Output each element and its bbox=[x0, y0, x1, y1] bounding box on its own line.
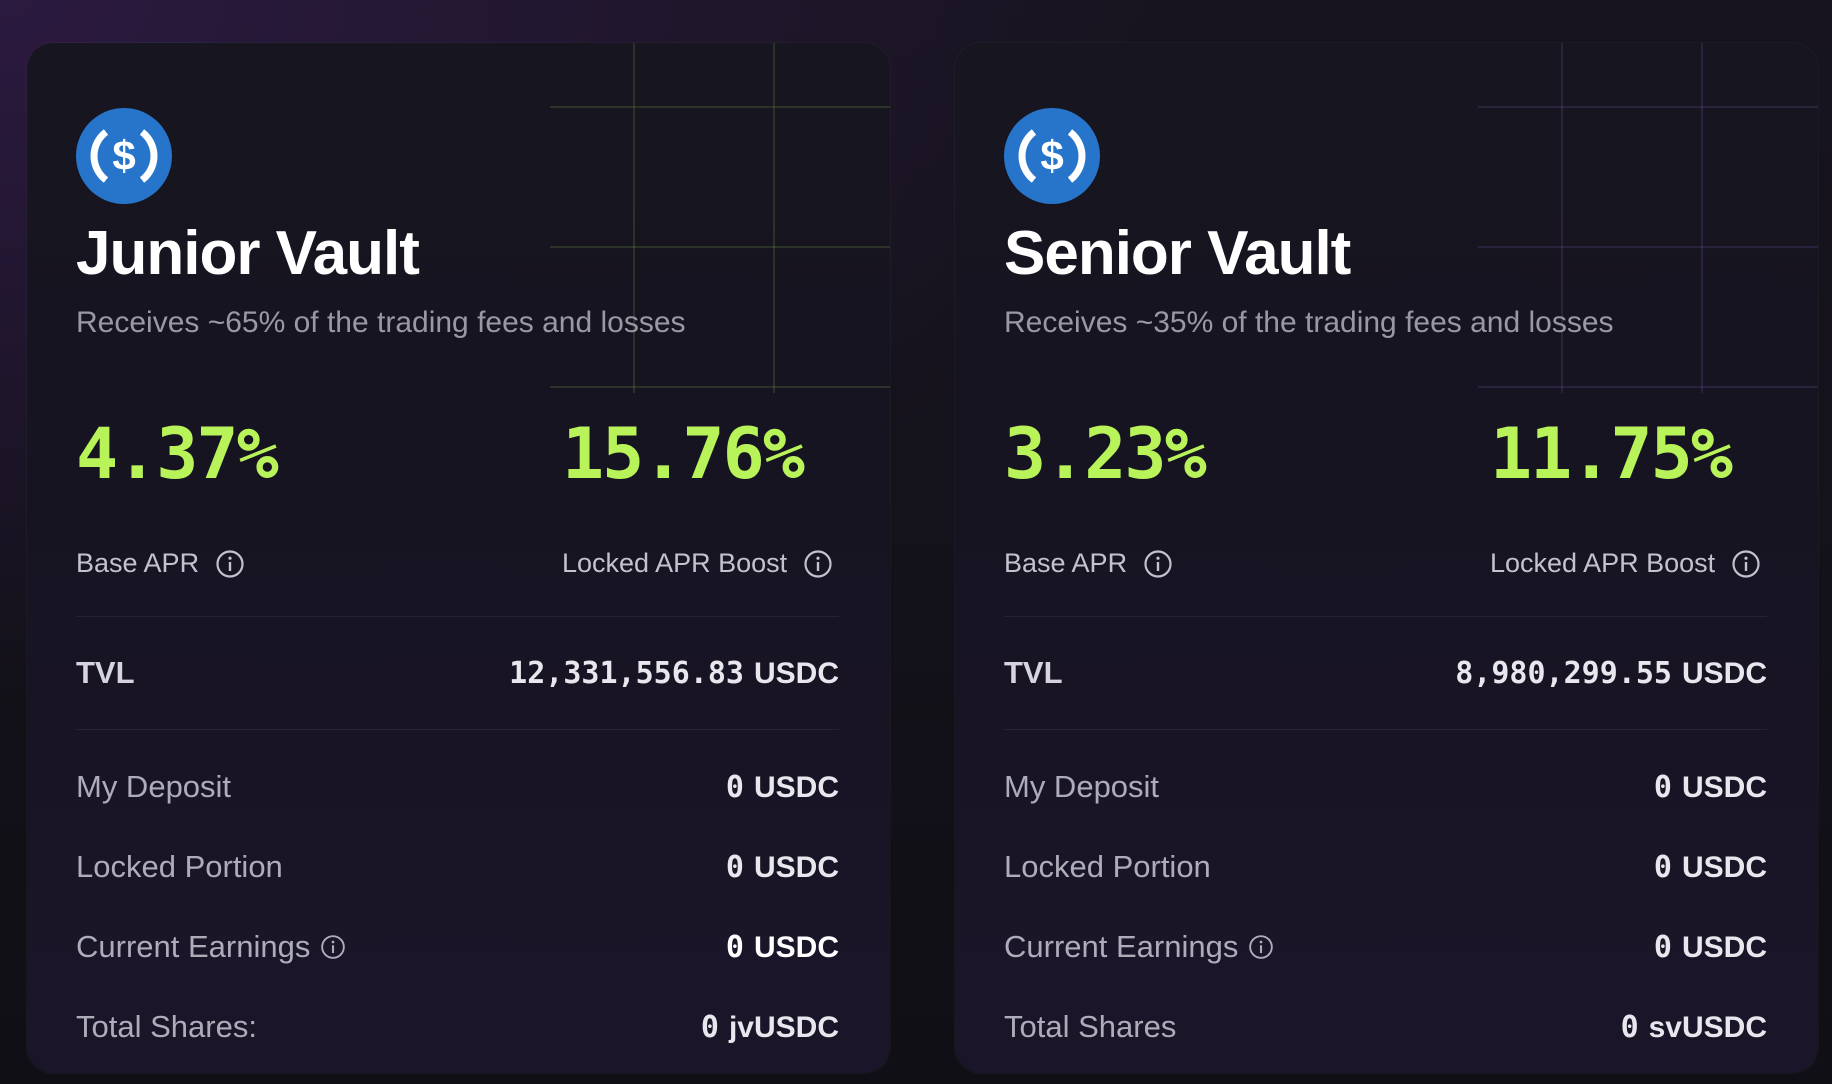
base-apr-label-row: Base APR bbox=[1004, 548, 1173, 579]
svg-text:$: $ bbox=[112, 132, 135, 179]
vault-subtitle: Receives ~65% of the trading fees and lo… bbox=[76, 306, 686, 339]
my-deposit-value: 0 USDC bbox=[1654, 770, 1767, 805]
current-earnings-label-row: Current Earnings bbox=[76, 929, 346, 965]
my-deposit-label: My Deposit bbox=[76, 769, 232, 804]
total-shares-amount: 0 bbox=[1620, 1009, 1639, 1045]
tvl-row: TVL 8,980,299.55 USDC bbox=[1004, 651, 1767, 695]
vault-title: Senior Vault bbox=[1004, 219, 1351, 288]
total-shares-unit: jvUSDC bbox=[728, 1010, 839, 1044]
boost-apr-value: 11.75% bbox=[1490, 413, 1733, 495]
my-deposit-unit: USDC bbox=[1681, 770, 1767, 804]
tvl-amount: 12,331,556.83 bbox=[509, 655, 744, 691]
vault-title: Junior Vault bbox=[76, 219, 420, 288]
info-icon[interactable] bbox=[803, 549, 833, 579]
divider bbox=[76, 616, 839, 617]
my-deposit-unit: USDC bbox=[753, 770, 839, 804]
current-earnings-label: Current Earnings bbox=[76, 929, 311, 964]
my-deposit-row: My Deposit 0 USDC bbox=[76, 765, 839, 809]
total-shares-unit: svUSDC bbox=[1648, 1010, 1767, 1044]
my-deposit-label: My Deposit bbox=[1004, 769, 1160, 804]
total-shares-amount: 0 bbox=[700, 1009, 719, 1045]
boost-apr-label: Locked APR Boost bbox=[1490, 548, 1716, 578]
locked-portion-unit: USDC bbox=[1681, 850, 1767, 884]
locked-portion-amount: 0 bbox=[725, 849, 744, 885]
current-earnings-value: 0 USDC bbox=[1654, 930, 1767, 965]
base-apr-value: 3.23% bbox=[1004, 413, 1207, 495]
boost-apr-label-row: Locked APR Boost bbox=[562, 548, 833, 579]
junior-vault-card[interactable]: $ Junior Vault Receives ~65% of the trad… bbox=[27, 43, 890, 1073]
base-apr-label: Base APR bbox=[1004, 548, 1128, 578]
usdc-coin-icon: $ bbox=[76, 108, 172, 204]
total-shares-label: Total Shares bbox=[1004, 1009, 1177, 1044]
tvl-value: 12,331,556.83 USDC bbox=[509, 656, 839, 691]
divider bbox=[1004, 616, 1767, 617]
boost-apr-value: 15.76% bbox=[562, 413, 805, 495]
current-earnings-label: Current Earnings bbox=[1004, 929, 1239, 964]
locked-portion-unit: USDC bbox=[753, 850, 839, 884]
current-earnings-amount: 0 bbox=[1653, 929, 1672, 965]
locked-portion-label: Locked Portion bbox=[1004, 849, 1211, 884]
current-earnings-row: Current Earnings 0 USDC bbox=[76, 925, 839, 969]
vault-subtitle: Receives ~35% of the trading fees and lo… bbox=[1004, 306, 1614, 339]
total-shares-label: Total Shares: bbox=[76, 1009, 257, 1044]
locked-portion-row: Locked Portion 0 USDC bbox=[1004, 845, 1767, 889]
boost-apr-label-row: Locked APR Boost bbox=[1490, 548, 1761, 579]
my-deposit-row: My Deposit 0 USDC bbox=[1004, 765, 1767, 809]
total-shares-value: 0 svUSDC bbox=[1621, 1010, 1767, 1045]
tvl-unit: USDC bbox=[753, 656, 839, 690]
tvl-row: TVL 12,331,556.83 USDC bbox=[76, 651, 839, 695]
tvl-label: TVL bbox=[76, 655, 135, 690]
divider bbox=[1004, 729, 1767, 730]
current-earnings-row: Current Earnings 0 USDC bbox=[1004, 925, 1767, 969]
senior-vault-card[interactable]: $ Senior Vault Receives ~35% of the trad… bbox=[955, 43, 1818, 1073]
base-apr-label: Base APR bbox=[76, 548, 200, 578]
locked-portion-row: Locked Portion 0 USDC bbox=[76, 845, 839, 889]
base-apr-label-row: Base APR bbox=[76, 548, 245, 579]
current-earnings-label-row: Current Earnings bbox=[1004, 929, 1274, 965]
locked-portion-value: 0 USDC bbox=[1654, 850, 1767, 885]
tvl-value: 8,980,299.55 USDC bbox=[1455, 656, 1767, 691]
info-icon[interactable] bbox=[1143, 549, 1173, 579]
current-earnings-unit: USDC bbox=[1681, 930, 1767, 964]
boost-apr-label: Locked APR Boost bbox=[562, 548, 788, 578]
info-icon[interactable] bbox=[1731, 549, 1761, 579]
locked-portion-label: Locked Portion bbox=[76, 849, 283, 884]
current-earnings-amount: 0 bbox=[725, 929, 744, 965]
current-earnings-value: 0 USDC bbox=[726, 930, 839, 965]
locked-portion-value: 0 USDC bbox=[726, 850, 839, 885]
total-shares-row: Total Shares 0 svUSDC bbox=[1004, 1005, 1767, 1049]
divider bbox=[76, 729, 839, 730]
total-shares-value: 0 jvUSDC bbox=[701, 1010, 839, 1045]
tvl-amount: 8,980,299.55 bbox=[1455, 655, 1672, 691]
info-icon[interactable] bbox=[320, 934, 346, 960]
locked-portion-amount: 0 bbox=[1653, 849, 1672, 885]
my-deposit-amount: 0 bbox=[725, 769, 744, 805]
total-shares-row: Total Shares: 0 jvUSDC bbox=[76, 1005, 839, 1049]
tvl-unit: USDC bbox=[1681, 656, 1767, 690]
usdc-coin-icon: $ bbox=[1004, 108, 1100, 204]
tvl-label: TVL bbox=[1004, 655, 1063, 690]
current-earnings-unit: USDC bbox=[753, 930, 839, 964]
my-deposit-amount: 0 bbox=[1653, 769, 1672, 805]
svg-text:$: $ bbox=[1040, 132, 1063, 179]
my-deposit-value: 0 USDC bbox=[726, 770, 839, 805]
info-icon[interactable] bbox=[1248, 934, 1274, 960]
base-apr-value: 4.37% bbox=[76, 413, 279, 495]
info-icon[interactable] bbox=[215, 549, 245, 579]
